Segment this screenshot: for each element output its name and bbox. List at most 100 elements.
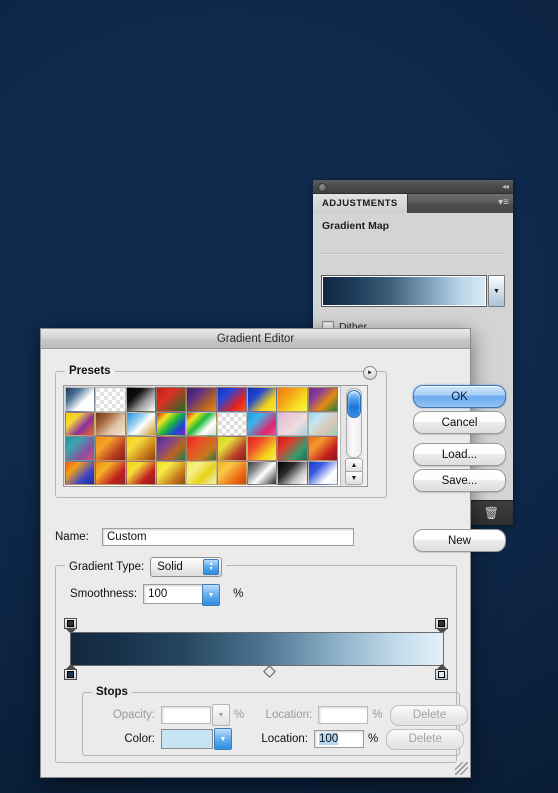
presets-well: ▲ ▼ [63, 385, 368, 487]
preset-swatch[interactable] [65, 460, 96, 485]
preset-swatch[interactable] [125, 460, 156, 485]
preset-swatch[interactable] [247, 387, 278, 412]
dialog-titlebar[interactable]: Gradient Editor [41, 329, 470, 349]
preset-swatch[interactable] [307, 387, 338, 412]
name-row: Name: Custom [55, 527, 455, 547]
preset-swatch[interactable] [65, 436, 96, 461]
preset-swatch[interactable] [277, 387, 308, 412]
gradient-preview-swatch[interactable] [321, 275, 487, 307]
opacity-stop-right-fill [438, 620, 445, 627]
preset-swatch[interactable] [277, 460, 308, 485]
load-button[interactable]: Load... [413, 443, 506, 466]
cancel-button[interactable]: Cancel [413, 411, 506, 434]
opacity-dropdown-icon[interactable]: ▼ [212, 704, 230, 726]
preset-swatch[interactable] [156, 411, 187, 436]
collapse-icon[interactable]: ◂◂ [502, 182, 509, 191]
cancel-button-label: Cancel [441, 416, 478, 429]
preset-swatch[interactable] [95, 460, 126, 485]
delete-icon[interactable]: 🗑 [484, 507, 499, 519]
smoothness-unit: % [233, 588, 244, 600]
scroll-up-arrow-icon[interactable]: ▲ [345, 458, 363, 472]
preset-swatch[interactable] [156, 460, 187, 485]
preset-swatch[interactable] [65, 387, 96, 412]
preset-swatch[interactable] [307, 411, 338, 436]
smoothness-input[interactable]: 100 ▼ [143, 584, 221, 606]
preset-swatch[interactable] [186, 436, 217, 461]
color-dropdown-icon[interactable]: ▼ [214, 728, 232, 750]
preset-swatch[interactable] [216, 411, 247, 436]
preset-swatch[interactable] [65, 411, 96, 436]
smoothness-dropdown-icon[interactable]: ▼ [202, 584, 221, 606]
color-location-input[interactable]: 100 [314, 730, 364, 748]
opacity-stop-left-fill [67, 620, 74, 627]
opacity-stop-row: Opacity: ▼ % Location: % Delete [93, 704, 469, 726]
load-button-label: Load... [441, 448, 478, 461]
color-swatch[interactable] [161, 729, 213, 749]
opacity-location-unit: % [372, 709, 383, 721]
opacity-stop-right[interactable] [435, 618, 448, 634]
preset-swatch[interactable] [277, 436, 308, 461]
ok-button-label: OK [451, 390, 468, 403]
color-stop-left[interactable] [64, 664, 77, 680]
preset-swatch[interactable] [125, 411, 156, 436]
tab-adjustments[interactable]: ADJUSTMENTS [313, 194, 408, 213]
preset-swatch[interactable] [307, 436, 338, 461]
preset-swatch[interactable] [247, 460, 278, 485]
preset-swatch[interactable] [277, 411, 308, 436]
ok-button[interactable]: OK [413, 385, 506, 408]
gradient-type-select[interactable]: Solid ▲ ▼ [150, 557, 223, 577]
preset-swatch[interactable] [95, 387, 126, 412]
preset-swatch[interactable] [216, 387, 247, 412]
presets-menu-arrow-icon[interactable]: ► [363, 366, 377, 380]
opacity-unit: % [234, 709, 245, 721]
panel-dock-icon[interactable] [318, 183, 327, 192]
opacity-input[interactable] [161, 706, 211, 724]
preset-swatch[interactable] [156, 436, 187, 461]
stepper-icon[interactable]: ▲ ▼ [203, 559, 220, 575]
color-location-value: 100 [319, 733, 339, 745]
preset-swatch[interactable] [186, 387, 217, 412]
preset-swatch[interactable] [247, 436, 278, 461]
dialog-content: Presets ► ▲ ▼ OK Cancel Load... Save... [41, 349, 506, 777]
scroll-down-arrow-icon[interactable]: ▼ [345, 471, 363, 485]
color-delete-label: Delete [408, 733, 442, 745]
opacity-stop-left[interactable] [64, 618, 77, 634]
gradient-bar[interactable] [70, 632, 444, 666]
gradient-type-row: Gradient Type: Solid ▲ ▼ [65, 557, 227, 577]
panel-titlebar[interactable]: ◂◂ [313, 180, 513, 194]
preset-swatch[interactable] [95, 411, 126, 436]
preset-swatch[interactable] [156, 387, 187, 412]
color-stop-right[interactable] [435, 664, 448, 680]
preset-swatch[interactable] [247, 411, 278, 436]
opacity-location-input[interactable] [318, 706, 369, 724]
preset-swatch[interactable] [125, 436, 156, 461]
name-input[interactable]: Custom [102, 528, 354, 546]
preset-swatch[interactable] [186, 411, 217, 436]
opacity-location-label: Location: [265, 709, 313, 721]
preset-swatch[interactable] [216, 460, 247, 485]
tab-adjustments-label: ADJUSTMENTS [322, 198, 398, 209]
smoothness-row: Smoothness: 100 ▼ % [70, 584, 244, 606]
save-button[interactable]: Save... [413, 469, 506, 492]
preset-swatch[interactable] [95, 436, 126, 461]
scrollbar-thumb[interactable] [347, 390, 361, 418]
stops-group: Stops Opacity: ▼ % Location: % Delete Co… [82, 686, 469, 756]
opacity-delete-button[interactable]: Delete [390, 704, 469, 726]
resize-grip-icon[interactable] [455, 762, 468, 775]
color-delete-button[interactable]: Delete [386, 728, 465, 750]
preset-swatch[interactable] [186, 460, 217, 485]
opacity-stop-right-body [435, 618, 448, 629]
opacity-label: Opacity: [112, 709, 155, 721]
preset-swatch[interactable] [125, 387, 156, 412]
gradient-midpoint-marker[interactable] [263, 665, 276, 678]
preset-swatch[interactable] [216, 436, 247, 461]
gradient-type-label: Gradient Type: [69, 561, 145, 573]
gradient-preview-dropdown[interactable]: ▼ [488, 275, 505, 307]
presets-scrollbar[interactable]: ▲ ▼ [340, 386, 367, 486]
color-stop-left-swatch [67, 671, 74, 678]
panel-menu-icon[interactable]: ▾≡ [498, 198, 509, 208]
save-button-label: Save... [441, 474, 478, 487]
preset-swatch[interactable] [307, 460, 338, 485]
name-label: Name: [55, 531, 89, 543]
presets-grid[interactable] [64, 386, 339, 486]
